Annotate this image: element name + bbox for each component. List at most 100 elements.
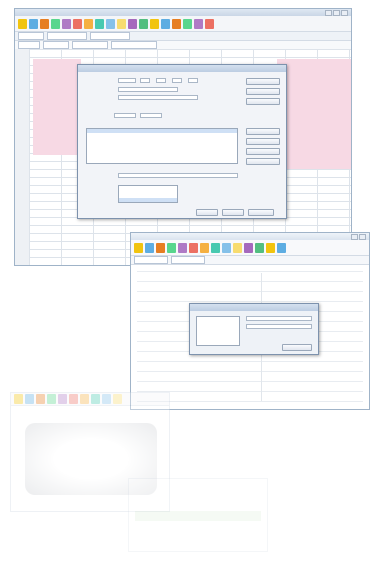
person-icon[interactable]	[73, 18, 82, 29]
edit-icon[interactable]	[40, 18, 49, 29]
dialog-list-bottom[interactable]	[118, 185, 178, 203]
dialog-field-3[interactable]	[156, 78, 166, 83]
value-field[interactable]	[111, 41, 157, 49]
dialog-field-7[interactable]	[118, 95, 198, 100]
tag-icon[interactable]	[84, 18, 93, 29]
form-tab-2[interactable]	[171, 256, 205, 264]
person-icon[interactable]	[189, 242, 198, 253]
print-icon[interactable]	[183, 18, 192, 29]
tab-2[interactable]	[47, 32, 87, 40]
tab-1[interactable]	[18, 32, 44, 40]
highlighted-cells-right	[277, 59, 351, 169]
dialog-button-4[interactable]	[246, 128, 280, 135]
maximize-button[interactable]	[333, 9, 340, 16]
grid-icon[interactable]	[211, 242, 220, 253]
calendar-icon[interactable]	[18, 18, 27, 29]
person-icon[interactable]	[69, 394, 78, 404]
main-tab-row	[15, 32, 351, 41]
edit-icon[interactable]	[172, 18, 181, 29]
tag-icon[interactable]	[80, 394, 89, 404]
main-window	[14, 8, 352, 266]
table-icon[interactable]	[25, 394, 34, 404]
ok-button[interactable]	[196, 209, 218, 216]
help-button[interactable]	[248, 209, 274, 216]
main-toolbar	[15, 16, 351, 32]
popup-title	[190, 304, 318, 311]
form-tab-row	[131, 256, 369, 265]
dialog-field-1[interactable]	[118, 78, 136, 83]
dialog-button-6[interactable]	[246, 148, 280, 155]
settings-dialog	[77, 64, 287, 219]
preview-icon[interactable]	[178, 242, 187, 253]
dialog-button-3[interactable]	[246, 98, 280, 105]
dialog-field-9[interactable]	[140, 113, 162, 118]
popup-field-1[interactable]	[246, 316, 312, 321]
chart-icon[interactable]	[102, 394, 111, 404]
close-button[interactable]	[359, 233, 366, 240]
preview-toolbar	[11, 393, 169, 406]
table-icon[interactable]	[277, 242, 286, 253]
popup-list-left[interactable]	[196, 316, 240, 346]
dialog-button-5[interactable]	[246, 138, 280, 145]
list-item[interactable]	[119, 198, 177, 202]
popup-button[interactable]	[282, 344, 312, 351]
cancel-button[interactable]	[222, 209, 244, 216]
calendar-icon[interactable]	[150, 18, 159, 29]
calendar-icon[interactable]	[266, 242, 275, 253]
dialog-field-10[interactable]	[118, 173, 238, 178]
dialog-button-1[interactable]	[246, 78, 280, 85]
dialog-button-7[interactable]	[246, 158, 280, 165]
grid-icon[interactable]	[91, 394, 100, 404]
calendar-icon[interactable]	[134, 242, 143, 253]
sub-window	[128, 478, 268, 552]
dialog-button-2[interactable]	[246, 88, 280, 95]
dialog-field-5[interactable]	[188, 78, 198, 83]
dialog-field-8[interactable]	[114, 113, 136, 118]
print-icon[interactable]	[51, 18, 60, 29]
minimize-button[interactable]	[325, 9, 332, 16]
minimize-button[interactable]	[351, 233, 358, 240]
book-icon[interactable]	[244, 242, 253, 253]
table-icon[interactable]	[161, 18, 170, 29]
settings-icon[interactable]	[233, 242, 242, 253]
settings-icon[interactable]	[117, 18, 126, 29]
save-icon[interactable]	[255, 242, 264, 253]
edit-icon[interactable]	[36, 394, 45, 404]
grid-icon[interactable]	[95, 18, 104, 29]
row-header	[15, 49, 30, 265]
settings-icon[interactable]	[113, 394, 122, 404]
dialog-field-4[interactable]	[172, 78, 182, 83]
form-tab-1[interactable]	[134, 256, 168, 264]
print-icon[interactable]	[47, 394, 56, 404]
cell-reference[interactable]	[18, 41, 40, 49]
table-icon[interactable]	[29, 18, 38, 29]
form-window-titlebar[interactable]	[131, 233, 369, 240]
print-icon[interactable]	[167, 242, 176, 253]
dialog-field-6[interactable]	[118, 87, 178, 92]
close-button[interactable]	[341, 9, 348, 16]
form-window-controls	[351, 233, 366, 240]
popup-field-2[interactable]	[246, 324, 312, 329]
highlighted-cells-left	[33, 59, 81, 155]
preview-icon[interactable]	[194, 18, 203, 29]
list-item[interactable]	[87, 133, 237, 137]
chart-icon[interactable]	[222, 242, 231, 253]
dialog-list-top[interactable]	[86, 128, 238, 164]
calendar-icon[interactable]	[14, 394, 23, 404]
tab-3[interactable]	[90, 32, 130, 40]
filter-select[interactable]	[43, 41, 69, 49]
book-icon[interactable]	[128, 18, 137, 29]
preview-icon[interactable]	[62, 18, 71, 29]
tag-icon[interactable]	[200, 242, 209, 253]
main-window-titlebar[interactable]	[15, 9, 351, 16]
save-icon[interactable]	[139, 18, 148, 29]
window-controls	[325, 9, 348, 16]
table-icon[interactable]	[145, 242, 154, 253]
edit-icon[interactable]	[156, 242, 165, 253]
range-select[interactable]	[72, 41, 108, 49]
sub-window-green-bar	[135, 511, 261, 521]
person-icon[interactable]	[205, 18, 214, 29]
dialog-field-2[interactable]	[140, 78, 150, 83]
chart-icon[interactable]	[106, 18, 115, 29]
preview-icon[interactable]	[58, 394, 67, 404]
